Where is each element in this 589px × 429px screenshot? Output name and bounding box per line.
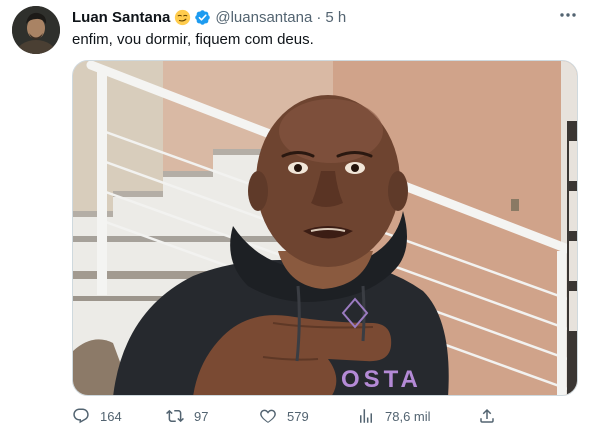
tweet-header: Luan Santana @luansantana · 5 h (72, 7, 346, 27)
avatar[interactable] (12, 6, 60, 54)
share-icon (480, 408, 494, 423)
tweet-time[interactable]: 5 h (325, 9, 346, 26)
like-count: 579 (287, 408, 309, 424)
share-button[interactable] (478, 405, 496, 427)
reply-button[interactable]: 164 (72, 405, 122, 427)
retweet-icon (166, 409, 184, 423)
smirking-face-emoji-icon (174, 9, 191, 26)
tweet-media-photo[interactable]: OSTA (72, 60, 578, 396)
like-icon (260, 409, 276, 423)
views-button[interactable]: 78,6 mil (357, 405, 431, 427)
tweet: Luan Santana @luansantana · 5 h enfim, v… (0, 0, 589, 429)
reply-icon (73, 408, 89, 424)
more-options-icon[interactable] (557, 8, 579, 22)
tweet-text: enfim, vou dormir, fiquem com deus. (72, 31, 314, 48)
reply-count: 164 (100, 408, 122, 424)
retweet-count: 97 (194, 408, 209, 424)
views-count: 78,6 mil (385, 408, 431, 424)
verified-badge-icon[interactable] (194, 9, 211, 26)
views-icon (360, 409, 372, 423)
header-separator: · (316, 8, 322, 26)
hoodie-print-text: OSTA (341, 366, 422, 393)
like-button[interactable]: 579 (259, 405, 309, 427)
tweet-actions: 164 97 579 78,6 mil (72, 405, 578, 429)
author-name[interactable]: Luan Santana (72, 9, 170, 26)
retweet-button[interactable]: 97 (166, 405, 208, 427)
author-handle[interactable]: @luansantana (215, 9, 312, 26)
